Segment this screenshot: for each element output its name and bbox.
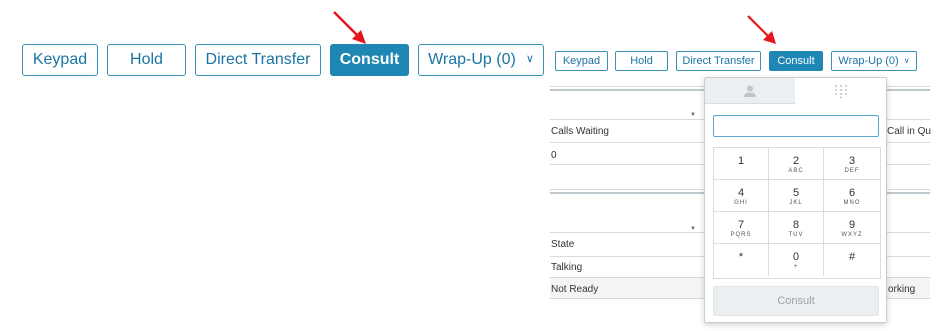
screenshot-stage: Keypad Hold Direct Transfer Consult Wrap… bbox=[0, 0, 950, 331]
direct-transfer-button-small[interactable]: Direct Transfer bbox=[676, 51, 761, 71]
dialpad-letters: ABC bbox=[788, 168, 804, 174]
dialpad-digit: * bbox=[738, 251, 744, 263]
agent-status-cell: orking bbox=[888, 284, 916, 295]
wrapup-label-small: Wrap-Up (0) bbox=[838, 55, 899, 67]
dialpad-key[interactable]: 8 TUV bbox=[769, 212, 824, 244]
tab-contacts[interactable] bbox=[705, 78, 795, 104]
dialpad-digit: 6 bbox=[848, 187, 856, 199]
person-icon bbox=[744, 85, 756, 97]
dialpad-grid: 1 2 ABC 3 DEF 4 GHI 5 JKL 6 MNO 7 PQRS 8 TUV 9 WXYZ * 0 + # bbox=[713, 147, 881, 279]
calls-waiting-value: 0 bbox=[551, 150, 557, 161]
dialpad-key[interactable]: 4 GHI bbox=[714, 180, 769, 212]
dialpad-key[interactable]: # bbox=[824, 244, 880, 276]
dialpad-digit: 4 bbox=[737, 187, 745, 199]
red-arrow-icon bbox=[333, 11, 366, 44]
dialpad-digit: 7 bbox=[737, 219, 745, 231]
dialpad-digit: 3 bbox=[848, 155, 856, 167]
consult-button-small[interactable]: Consult bbox=[769, 51, 823, 71]
dialpad-digit: 0 bbox=[792, 251, 800, 263]
dialpad-letters: MNO bbox=[843, 200, 861, 206]
dialpad-key[interactable]: 7 PQRS bbox=[714, 212, 769, 244]
dial-number-input[interactable] bbox=[713, 115, 879, 137]
agent-state-cell: Not Ready bbox=[551, 284, 599, 295]
dialpad-letters: + bbox=[793, 264, 799, 270]
keypad-button-small[interactable]: Keypad bbox=[555, 51, 608, 71]
dialpad-key[interactable]: * bbox=[714, 244, 769, 276]
dialpad-letters: WXYZ bbox=[841, 232, 863, 238]
dialpad-letters: PQRS bbox=[730, 232, 752, 238]
dialpad-key[interactable]: 6 MNO bbox=[824, 180, 880, 212]
dialpad-digit: 8 bbox=[792, 219, 800, 231]
wrapup-dropdown-button-small[interactable]: Wrap-Up (0) ∨ bbox=[831, 51, 917, 71]
dialpad-key[interactable]: 5 JKL bbox=[769, 180, 824, 212]
hold-button-small[interactable]: Hold bbox=[615, 51, 668, 71]
dialpad-key[interactable]: 9 WXYZ bbox=[824, 212, 880, 244]
dialpad-key[interactable]: 0 + bbox=[769, 244, 824, 276]
dialpad-grid-icon bbox=[834, 85, 847, 99]
dialpad-digit: 1 bbox=[737, 155, 745, 167]
agent-state-cell: Talking bbox=[551, 262, 583, 273]
dialpad-letters: TUV bbox=[788, 232, 804, 238]
red-arrow-icon bbox=[747, 15, 776, 44]
chevron-down-icon: ∨ bbox=[903, 56, 910, 65]
dialpad-key[interactable]: 3 DEF bbox=[824, 148, 880, 180]
consult-button[interactable]: Consult bbox=[330, 44, 409, 76]
dialpad-letters: DEF bbox=[844, 168, 860, 174]
direct-transfer-button[interactable]: Direct Transfer bbox=[195, 44, 321, 76]
call-in-queue-header: Call in Qu bbox=[887, 126, 931, 137]
dialpad-key[interactable]: 2 ABC bbox=[769, 148, 824, 180]
dialpad-letters: JKL bbox=[789, 200, 803, 206]
dialpad-digit: 2 bbox=[792, 155, 800, 167]
wrapup-dropdown-button[interactable]: Wrap-Up (0) ∨ bbox=[418, 44, 544, 76]
chevron-down-icon: ∨ bbox=[525, 53, 534, 65]
caret-down-icon: ▼ bbox=[690, 112, 696, 118]
consult-popover: 1 2 ABC 3 DEF 4 GHI 5 JKL 6 MNO 7 PQRS 8 TUV 9 WXYZ * 0 + # … bbox=[704, 77, 887, 323]
tab-keypad[interactable] bbox=[795, 78, 886, 104]
dialpad-digit: 9 bbox=[848, 219, 856, 231]
dialpad-key[interactable]: 1 bbox=[714, 148, 769, 180]
dialpad-digit: 5 bbox=[792, 187, 800, 199]
state-header: State bbox=[551, 239, 575, 250]
dialpad-digit: # bbox=[848, 251, 856, 263]
wrapup-label: Wrap-Up (0) bbox=[428, 51, 516, 68]
keypad-button[interactable]: Keypad bbox=[22, 44, 98, 76]
calls-waiting-header: Calls Waiting bbox=[551, 126, 609, 137]
dialpad-letters: GHI bbox=[734, 200, 748, 206]
consult-submit-button[interactable]: Consult bbox=[713, 286, 879, 316]
hold-button[interactable]: Hold bbox=[107, 44, 186, 76]
